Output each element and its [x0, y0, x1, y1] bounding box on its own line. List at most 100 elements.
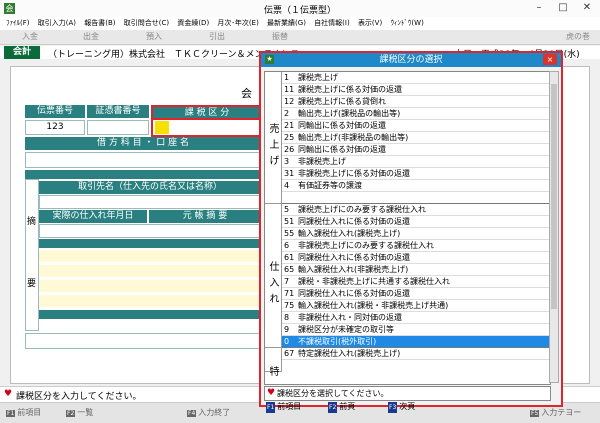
kazei-option[interactable]: 5 課税売上げにのみ要する課税仕入れ [282, 204, 550, 216]
kazei-option-code: 4 [284, 181, 290, 190]
kazei-option[interactable]: 7 課税・非課税売上げに共通する課税仕入れ [282, 276, 550, 288]
menu-torihiki[interactable]: 取引入力(A) [38, 17, 76, 30]
kazei-option[interactable]: 9 課税区分が未確定の取引等 [282, 324, 550, 336]
kazei-option[interactable]: 31 非課税売上げに係る対価の返還 [282, 168, 550, 180]
heart-icon: ♥ [4, 389, 13, 399]
kazei-option[interactable]: 51 同課税仕入れに係る対価の返還 [282, 216, 550, 228]
maximize-icon[interactable]: □ [551, 0, 575, 17]
kazei-option-code: 61 [284, 253, 295, 262]
toolbar-furikae[interactable]: 振替 [272, 31, 288, 42]
kazei-option[interactable]: 0 不課税取引(税外取引) [282, 336, 550, 348]
menu-inquiry[interactable]: 取引問合せ(C) [124, 17, 169, 30]
kazei-option-code: 7 [284, 277, 290, 286]
list-scrollbar[interactable] [549, 71, 559, 383]
tekiyo-row-1[interactable] [39, 224, 261, 238]
kazei-option[interactable]: 25 輸出売上げ(非課税品の輸出等) [282, 132, 550, 144]
menu-report[interactable]: 報告書(B) [84, 17, 115, 30]
section-bar-1 [25, 170, 261, 179]
toolbar-nyukin[interactable]: 入金 [22, 31, 38, 42]
kazei-option[interactable]: 8 非課税仕入れ・同対価の返還 [282, 312, 550, 324]
menu-cashflow[interactable]: 資金繰(D) [177, 17, 209, 30]
dialog-close-button[interactable]: × [543, 54, 557, 65]
toolbar-hikidashi[interactable]: 引出 [209, 31, 225, 42]
fkey-f1[interactable]: F1 前項目 [6, 407, 41, 418]
kazei-option-code: 6 [284, 241, 290, 250]
dialog-prompt-field[interactable]: ♥ 課税区分を選択してください。 [264, 386, 551, 401]
toolbar-toranomaki[interactable]: 虎の巻 [566, 31, 590, 42]
denpyo-number[interactable]: 123 [25, 120, 85, 135]
kazei-option[interactable]: 12 課税売上げに係る貸倒れ [282, 96, 550, 108]
dialog-fkey-bar: F1 前項目 F2 前頁 F3 次頁 [264, 401, 558, 413]
window-title: 伝票（１伝票型） [263, 6, 336, 16]
shiire-date-header: 実際の仕入れ年月日 [39, 210, 147, 223]
dialog-title: 課税区分の選択 [379, 55, 443, 65]
dialog-app-icon: ★ [265, 55, 274, 64]
bottom-field[interactable] [25, 333, 261, 349]
tekiyo-row-2[interactable] [39, 250, 261, 262]
kazei-option-text: 同輸出に係る対価の返還 [298, 145, 386, 154]
menu-latest[interactable]: 最新業績(G) [267, 17, 306, 30]
kazei-select-dialog: ★ 課税区分の選択 × 売上げ 1 課税売上げ 11 課税売上げに係る対価の返還 12 課税… [259, 51, 563, 413]
group-label: 特 [265, 348, 282, 382]
kazei-option-code: 75 [284, 301, 295, 310]
kazei-option[interactable]: 71 同課税仕入れに係る対価の返還 [282, 288, 550, 300]
kazei-option[interactable]: 11 課税売上げに係る対価の返還 [282, 84, 550, 96]
menu-company[interactable]: 自社情報(I) [314, 17, 350, 30]
kazei-option-code: 11 [284, 85, 295, 94]
kazei-option-text: 課税売上げに係る対価の返還 [298, 85, 402, 94]
close-icon[interactable]: ✕ [575, 0, 599, 17]
menu-bar: ﾌｧｲﾙ(F) 取引入力(A) 報告書(B) 取引問合せ(C) 資金繰(D) 月… [0, 17, 600, 30]
kazei-option-text: 同課税仕入れに係る対価の返還 [298, 253, 410, 262]
kazei-option-code: 21 [284, 121, 295, 130]
tekiyo-row-5[interactable] [39, 295, 261, 307]
fkey-f2[interactable]: F2 一覧 [66, 407, 93, 418]
kazei-option[interactable]: 4 有価証券等の譲渡 [282, 180, 550, 192]
tekiyo-row-3[interactable] [39, 265, 261, 277]
toolbar-shukkin[interactable]: 出金 [83, 31, 99, 42]
kazei-option[interactable] [282, 192, 550, 204]
kazei-field[interactable] [151, 118, 263, 137]
menu-file[interactable]: ﾌｧｲﾙ(F) [6, 17, 30, 30]
kamoku-field[interactable] [25, 152, 261, 168]
kazei-option-code: 12 [284, 97, 295, 106]
shoko-number[interactable] [87, 120, 149, 135]
tekiyo-row-4[interactable] [39, 280, 261, 292]
dialog-fkey-f2[interactable]: F2 前頁 [328, 401, 355, 413]
kazei-option[interactable]: 1 課税売上げ [282, 72, 550, 84]
kazei-option[interactable]: 21 同輸出に係る対価の返還 [282, 120, 550, 132]
kazei-list[interactable]: 売上げ 1 課税売上げ 11 課税売上げに係る対価の返還 12 課税売上げに係る貸倒れ 2 輸出… [264, 71, 551, 385]
menu-view[interactable]: 表示(V) [358, 17, 382, 30]
kazei-option[interactable]: 2 輸出売上げ(課税品の輸出等) [282, 108, 550, 120]
tekiyo-label-2: 要 [27, 279, 37, 289]
tekiyo-label-1: 摘 [27, 217, 37, 227]
torihiki-field[interactable] [39, 195, 261, 209]
kazei-option[interactable]: 26 同輸出に係る対価の返還 [282, 144, 550, 156]
fkey-f4[interactable]: F4 入力終了 [187, 407, 230, 418]
kazei-option[interactable]: 6 非課税売上げにのみ要する課税仕入れ [282, 240, 550, 252]
kazei-option-text: 輸出売上げ(課税品の輸出等) [298, 109, 401, 118]
section-bar-2 [39, 239, 261, 248]
title-bar: 会 伝票（１伝票型） – □ ✕ [0, 0, 600, 18]
dialog-title-bar: ★ 課税区分の選択 × [261, 53, 561, 67]
kazei-option[interactable]: 61 同課税仕入れに係る対価の返還 [282, 252, 550, 264]
kazei-option[interactable]: 55 輸入課税仕入れ(課税売上げ) [282, 228, 550, 240]
dialog-fkey-f1[interactable]: F1 前項目 [266, 401, 301, 413]
minimize-icon[interactable]: – [527, 0, 551, 17]
kazei-option-code: 8 [284, 313, 290, 322]
menu-monthly[interactable]: 月次･年次(E) [217, 17, 258, 30]
kazei-option[interactable]: 75 輸入課税仕入れ(課税・非課税売上げ共通) [282, 300, 550, 312]
dialog-fkey-f3[interactable]: F3 次頁 [388, 401, 415, 413]
status-message: 課税区分を入力してください。 [16, 392, 142, 402]
kazei-option-text: 同輸出に係る対価の返還 [298, 121, 386, 130]
scrollbar-thumb[interactable] [551, 84, 557, 309]
kazei-option-code: 3 [284, 157, 290, 166]
kazei-option-code: 25 [284, 133, 295, 142]
kazei-option-code: 55 [284, 229, 295, 238]
moto-tekiyo-header: 元 帳 摘 要 [149, 210, 261, 223]
tekiyo-side: 摘 要 [25, 179, 39, 331]
kazei-option[interactable]: 3 非課税売上げ [282, 156, 550, 168]
kazei-option[interactable]: 67 特定課税仕入れ(課税売上げ) [282, 348, 550, 360]
kazei-option[interactable]: 65 輸入課税仕入れ(非課税売上げ) [282, 264, 550, 276]
menu-window[interactable]: ｳｨﾝﾄﾞｳ(W) [390, 17, 423, 30]
toolbar-azukeire[interactable]: 預入 [146, 31, 162, 42]
